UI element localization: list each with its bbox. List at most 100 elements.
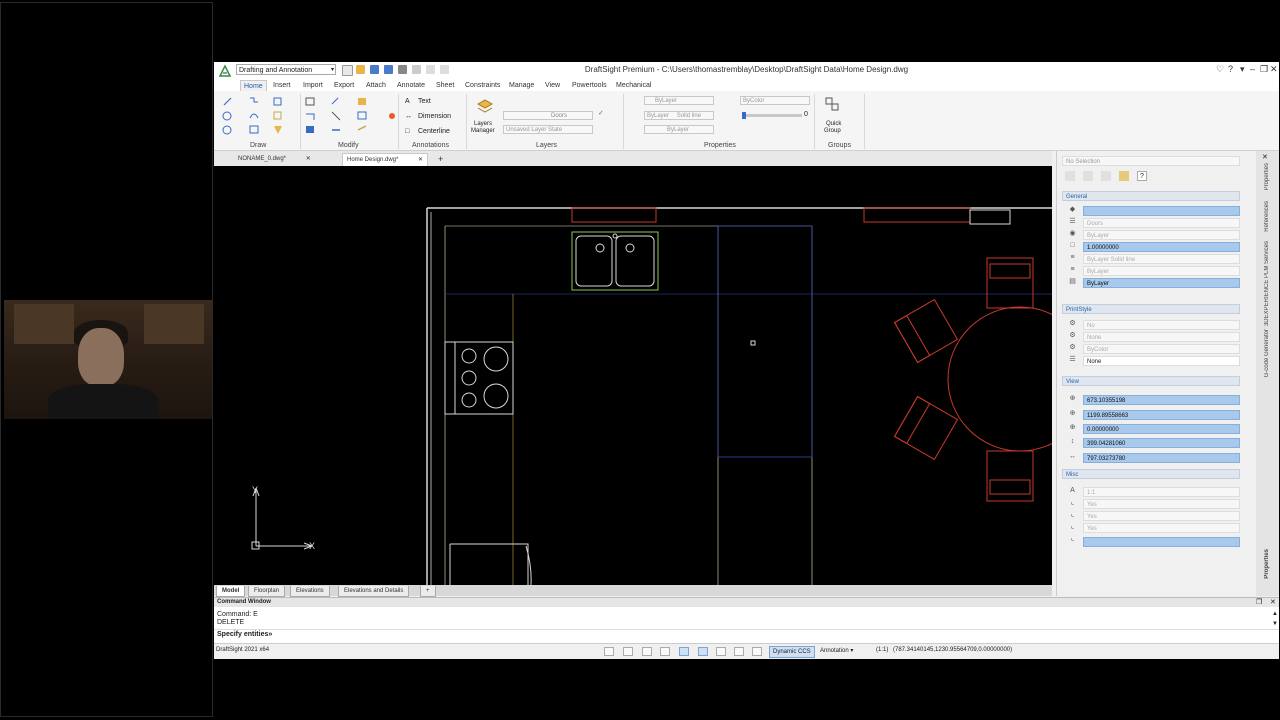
prop-linescale[interactable]: 1.00000000 — [1083, 242, 1240, 252]
section-misc[interactable]: Misc — [1062, 469, 1240, 479]
prop-linecolor[interactable]: ByLayer — [1083, 230, 1240, 240]
side-tab-properties[interactable]: Properties — [1264, 163, 1270, 190]
prop-layer[interactable]: Doors — [1083, 218, 1240, 228]
snap-icon[interactable] — [604, 647, 614, 656]
layer-state-select[interactable]: Unsaved Layer State — [503, 125, 593, 134]
restore-icon[interactable]: ❐ — [1256, 598, 1262, 606]
centerline-tool-label[interactable]: Centerline — [418, 128, 450, 135]
prop-ucs-viewport[interactable]: Yes — [1083, 523, 1240, 533]
prop-transparency[interactable]: ByLayer — [1083, 278, 1240, 288]
lineweight-select[interactable]: ByLayer — [644, 125, 714, 134]
linestyle-select[interactable]: ByLayer Solid line — [644, 111, 714, 120]
scroll-down-icon[interactable]: ▼ — [1272, 621, 1278, 627]
tab-export[interactable]: Export — [331, 80, 357, 91]
prop-center-y[interactable]: 1199.89558663 — [1083, 410, 1240, 420]
grid-icon[interactable] — [642, 647, 652, 656]
tab-powertools[interactable]: Powertools — [569, 80, 610, 91]
prop-linestyle[interactable]: ByLayer Solid line — [1083, 254, 1240, 264]
color-select[interactable]: ByLayer — [644, 96, 714, 105]
prop-height[interactable]: 399.04281060 — [1083, 438, 1240, 448]
modify-tools[interactable] — [304, 96, 384, 140]
prop-ucs-name[interactable] — [1083, 537, 1240, 547]
help-icon[interactable]: ? — [1228, 64, 1233, 74]
minimize-ribbon-icon[interactable]: ▾ — [1240, 64, 1245, 75]
close-icon[interactable]: ✕ — [1270, 598, 1276, 606]
properties-settings-icon[interactable] — [1119, 171, 1129, 181]
scroll-up-icon[interactable]: ▲ — [1272, 611, 1278, 617]
layout-tab-model[interactable]: Model — [216, 586, 246, 597]
side-tab-plm-services[interactable]: 3DEXPERIENCE PLM Services — [1264, 241, 1270, 326]
tab-manage[interactable]: Manage — [506, 80, 537, 91]
section-view[interactable]: View — [1062, 376, 1240, 386]
transparency-slider[interactable] — [742, 112, 802, 119]
prop-ucs-origin[interactable]: Yes — [1083, 511, 1240, 521]
selection-select[interactable]: No Selection — [1062, 156, 1240, 166]
prop-center-z[interactable]: 0.00000000 — [1083, 424, 1240, 434]
heart-icon[interactable]: ♡ — [1216, 64, 1224, 75]
draw-tools[interactable] — [222, 96, 298, 140]
lineweight-toggle-icon[interactable] — [734, 647, 744, 656]
entity-track-icon[interactable] — [716, 647, 726, 656]
entity-snap-icon[interactable] — [698, 647, 708, 656]
close-icon[interactable]: ✕ — [418, 157, 423, 163]
drawing-canvas[interactable]: Y X — [214, 166, 1093, 586]
ortho-icon[interactable] — [660, 647, 670, 656]
checkmark-icon[interactable]: ✓ — [598, 109, 604, 117]
close-icon[interactable]: ✕ — [1262, 153, 1268, 161]
layout-tab-elevations[interactable]: Elevations — [290, 586, 330, 597]
layout-tab-elevations-details[interactable]: Elevations and Details — [338, 586, 410, 597]
quick-select-icon[interactable] — [1101, 171, 1111, 181]
dynamic-ccs-toggle[interactable]: Dynamic CCS — [769, 646, 815, 658]
doc-tab-home-design[interactable]: Home Design.dwg* ✕ — [342, 153, 429, 166]
layout-tab-floorplan[interactable]: Floorplan — [248, 586, 286, 597]
prop-lineweight[interactable]: ByLayer — [1083, 266, 1240, 276]
tab-attach[interactable]: Attach — [363, 80, 389, 91]
minimize-icon[interactable]: – — [1250, 64, 1255, 74]
section-printstyle[interactable]: PrintStyle — [1062, 304, 1240, 314]
tab-import[interactable]: Import — [300, 80, 326, 91]
command-prompt[interactable]: Specify entities» — [217, 631, 272, 638]
prop-printstyle-1[interactable]: No — [1083, 320, 1240, 330]
print-style-select[interactable]: ByColor — [740, 96, 810, 105]
dimension-tool-label[interactable]: Dimension — [418, 113, 451, 120]
quick-group-icon[interactable] — [824, 96, 842, 114]
close-icon[interactable]: ✕ — [1270, 64, 1278, 75]
help-icon[interactable]: ? — [1137, 171, 1147, 181]
toggle-pickadd-icon[interactable] — [1083, 171, 1093, 181]
doc-tab-noname[interactable]: NONAME_0.dwg* ✕ — [234, 153, 315, 165]
tab-view[interactable]: View — [542, 80, 563, 91]
annotation-scale-select[interactable]: Annotation ▾ — [820, 646, 872, 656]
transparency-value[interactable]: 0 — [804, 111, 808, 118]
explode-icon[interactable] — [387, 111, 397, 121]
close-icon[interactable]: ✕ — [306, 156, 311, 162]
text-tool-label[interactable]: Text — [418, 98, 431, 105]
tab-insert[interactable]: Insert — [270, 80, 294, 91]
polar-icon[interactable] — [679, 647, 689, 656]
transparency-slider-thumb[interactable] — [742, 112, 746, 119]
tab-sheet[interactable]: Sheet — [433, 80, 457, 91]
restore-icon[interactable]: ❐ — [1260, 64, 1268, 75]
tab-constraints[interactable]: Constraints — [462, 80, 503, 91]
grid-display-icon[interactable] — [623, 647, 633, 656]
side-tab-references[interactable]: References — [1264, 201, 1270, 232]
add-document-icon[interactable]: + — [434, 153, 447, 165]
side-tab-properties-active[interactable]: Properties — [1264, 549, 1270, 579]
model-paper-icon[interactable] — [752, 647, 762, 656]
add-layout-icon[interactable]: + — [420, 586, 436, 597]
prop-ucs-on[interactable]: Yes — [1083, 499, 1240, 509]
section-general[interactable]: General — [1062, 191, 1240, 201]
tab-annotate[interactable]: Annotate — [394, 80, 428, 91]
select-objects-icon[interactable] — [1065, 171, 1075, 181]
prop-color[interactable] — [1083, 206, 1240, 216]
prop-width[interactable]: 797.03273780 — [1083, 453, 1240, 463]
layers-manager-icon[interactable] — [476, 96, 494, 114]
prop-printstyle-2[interactable]: None — [1083, 332, 1240, 342]
prop-printstyle-3[interactable]: ByColor — [1083, 344, 1240, 354]
prop-annotative-scale[interactable]: 1:1 — [1083, 487, 1240, 497]
layer-select[interactable]: Doors — [503, 111, 593, 120]
prop-center-x[interactable]: 673.10355198 — [1083, 395, 1240, 405]
printstyle-table-icon: ⚙ — [1069, 332, 1076, 339]
prop-printstyle-4[interactable]: None — [1083, 356, 1240, 366]
side-tab-gcode-generator[interactable]: G-code Generator — [1264, 329, 1270, 377]
tab-mechanical[interactable]: Mechanical — [613, 80, 654, 91]
